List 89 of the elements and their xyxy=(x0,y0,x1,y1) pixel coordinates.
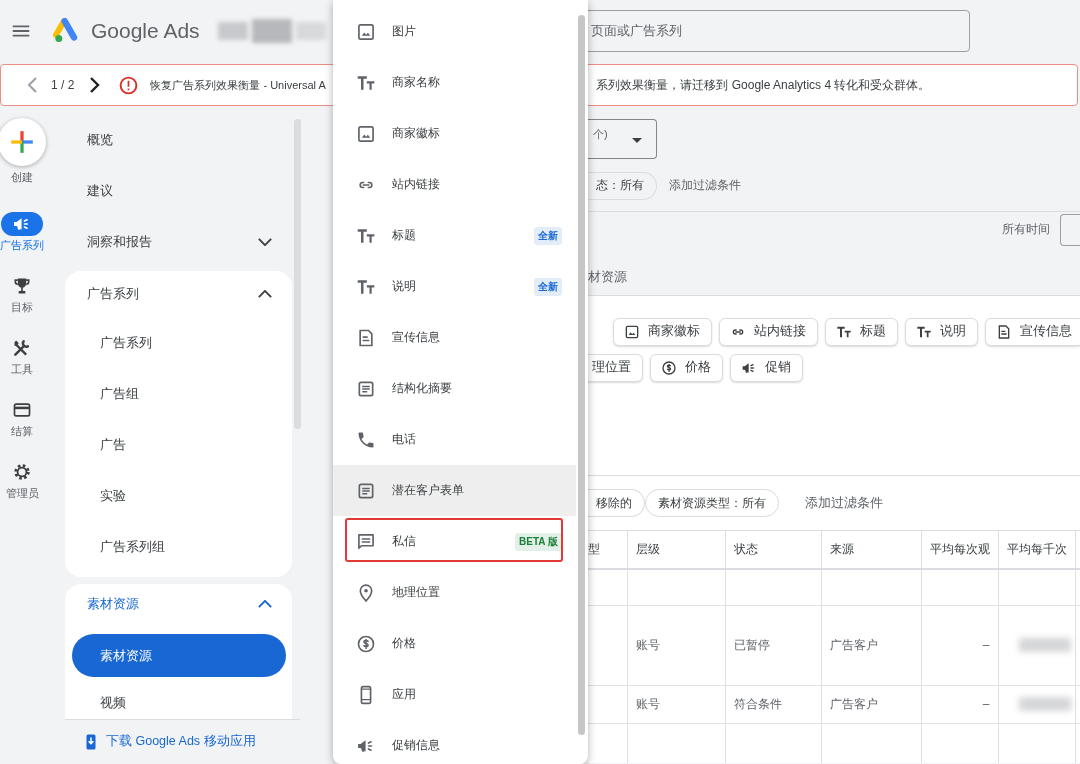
alert-message: 系列效果衡量，请迁移到 Google Analytics 4 转化和受众群体。 xyxy=(596,76,931,94)
nav-section-header[interactable]: 素材资源 xyxy=(65,584,292,624)
chevron-up-icon xyxy=(258,290,272,298)
badge: BETA 版 xyxy=(515,532,562,551)
nav-subitem[interactable]: 素材资源 xyxy=(72,634,286,677)
document-icon xyxy=(356,327,376,348)
menu-item[interactable]: 电话 xyxy=(333,414,576,465)
table-cell: 广告客户 xyxy=(829,637,878,652)
badge: 全新 xyxy=(534,226,562,245)
asset-type-chip[interactable]: 说明 xyxy=(905,317,978,346)
menu-item[interactable]: 价格 xyxy=(333,618,576,669)
caret-icon xyxy=(632,138,642,143)
plus-icon xyxy=(9,129,35,155)
settings-icon xyxy=(12,462,32,482)
column-header[interactable]: 来源 xyxy=(821,530,921,569)
document-icon xyxy=(996,323,1012,340)
chevron-down-icon xyxy=(258,237,272,246)
menu-item[interactable]: 促销信息 xyxy=(333,720,576,764)
table-cell: 广告客户 xyxy=(829,696,878,711)
nav-subitem[interactable]: 广告系列组 xyxy=(65,521,292,572)
asset-type-chip[interactable]: 站内链接 xyxy=(719,317,818,346)
add-filter-link[interactable]: 添加过滤条件 xyxy=(805,494,883,512)
menu-item[interactable]: 私信 BETA 版 xyxy=(333,516,576,567)
add-filter-link[interactable]: 添加过滤条件 xyxy=(669,177,741,195)
trophy-icon xyxy=(12,276,32,296)
create-label: 创建 xyxy=(11,170,33,185)
page-counter: 1 / 2 xyxy=(51,78,75,92)
blurred-value xyxy=(1018,697,1071,711)
menu-item[interactable]: 商家徽标 xyxy=(333,108,576,159)
column-header[interactable]: 平均每千次 xyxy=(998,530,1075,569)
nav-item[interactable]: 建议 xyxy=(65,165,292,216)
asset-type-chip[interactable]: 价格 xyxy=(650,353,723,382)
asset-type-chip[interactable]: 商家徽标 xyxy=(613,317,712,346)
nav-section-header[interactable]: 广告系列 xyxy=(65,271,292,317)
menu-item[interactable]: 应用 xyxy=(333,669,576,720)
asset-type-chip[interactable]: 标题 xyxy=(825,317,898,346)
rail-label: 目标 xyxy=(11,300,33,315)
create-button[interactable] xyxy=(0,118,46,166)
credit-card-icon xyxy=(12,400,32,420)
column-header[interactable]: 平均每次观 xyxy=(921,530,998,569)
scrollbar-thumb[interactable] xyxy=(578,15,585,735)
date-range-label: 所有时间 xyxy=(1002,221,1050,239)
table-cell: 账号 xyxy=(635,696,660,711)
menu-item[interactable]: 标题 全新 xyxy=(333,210,576,261)
asset-type-chip[interactable]: 促销 xyxy=(730,353,803,382)
blurred-value xyxy=(1018,638,1071,652)
dollar-icon xyxy=(356,633,376,654)
menu-item[interactable]: 结构化摘要 xyxy=(333,363,576,414)
nav-subitem[interactable]: 实验 xyxy=(65,470,292,521)
rail-label: 结算 xyxy=(11,424,33,439)
nav-subitem[interactable]: 视频 xyxy=(65,677,292,719)
chevron-up-icon xyxy=(258,600,272,608)
menu-item[interactable]: 站内链接 xyxy=(333,159,576,210)
error-icon xyxy=(118,74,140,96)
image-icon xyxy=(356,21,376,42)
date-range-field[interactable] xyxy=(1060,213,1080,246)
rail-label: 管理员 xyxy=(5,486,39,501)
table-cell: – xyxy=(982,697,990,711)
menu-item[interactable]: 商家名称 xyxy=(333,57,576,108)
nav-item[interactable]: 洞察和报告 xyxy=(65,216,292,267)
nav-item[interactable]: 概览 xyxy=(65,114,292,165)
rail-label: 工具 xyxy=(11,362,33,377)
product-name: Google Ads xyxy=(91,19,200,43)
chat-icon xyxy=(356,531,376,552)
table-cell: 已暂停 xyxy=(733,637,770,652)
alert-message: 恢复广告系列效果衡量 - Universal A xyxy=(150,78,326,91)
asset-type-chip[interactable]: 宣传信息 xyxy=(985,317,1080,346)
rail-button[interactable] xyxy=(1,212,43,236)
table-cell: 账号 xyxy=(635,637,660,652)
asset-type-chip[interactable]: 理位置 xyxy=(588,353,643,382)
menu-item[interactable]: 宣传信息 xyxy=(333,312,576,363)
image-icon xyxy=(624,323,640,340)
download-app-link[interactable]: 下载 Google Ads 移动应用 xyxy=(82,730,256,753)
image-icon xyxy=(356,123,376,144)
menu-item[interactable]: 地理位置 xyxy=(333,567,576,618)
table-cell: – xyxy=(982,638,990,652)
table-cell: 符合条件 xyxy=(733,696,782,711)
column-header[interactable]: 层级 xyxy=(627,530,725,569)
menu-item[interactable]: 潜在客户表单 xyxy=(333,465,576,516)
tab[interactable]: 材资源 xyxy=(588,270,627,285)
column-header[interactable]: 状态 xyxy=(725,530,821,569)
nav-subitem[interactable]: 广告 xyxy=(65,419,292,470)
tools-icon xyxy=(12,338,32,358)
dollar-icon xyxy=(661,359,677,376)
rail-label: 广告系列 xyxy=(0,238,44,253)
nav-subitem[interactable]: 广告组 xyxy=(65,368,292,419)
menu-item[interactable]: 说明 全新 xyxy=(333,261,576,312)
nav-subitem[interactable]: 广告系列 xyxy=(65,317,292,368)
badge: 全新 xyxy=(534,277,562,296)
